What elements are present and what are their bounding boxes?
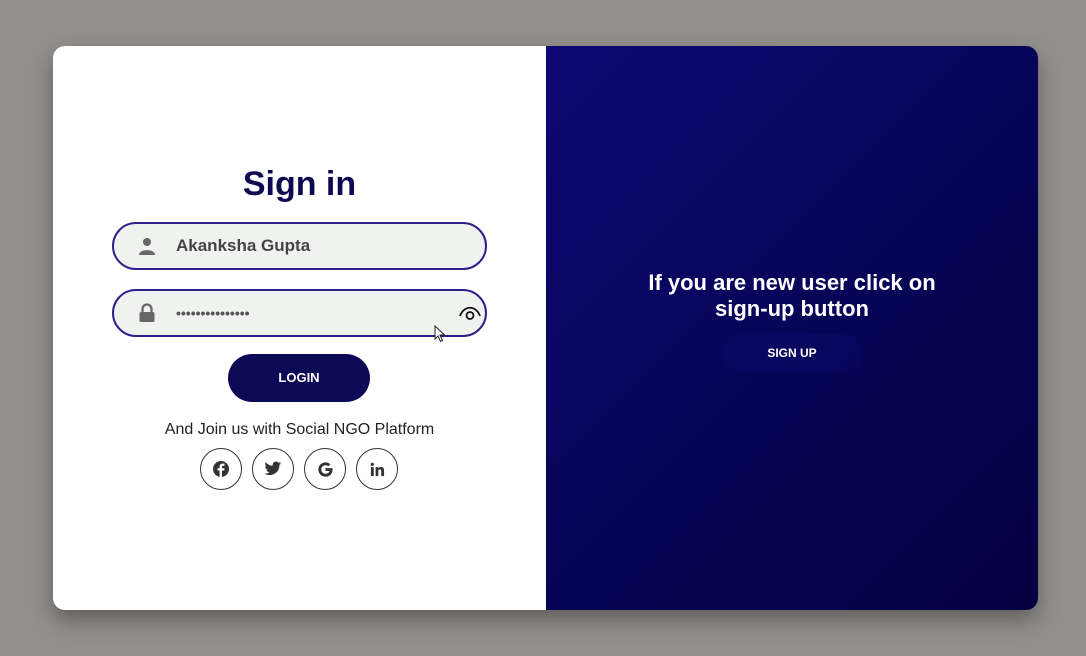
lock-icon xyxy=(136,302,158,324)
facebook-icon[interactable] xyxy=(200,448,242,490)
signup-message: If you are new user click on sign-up but… xyxy=(546,270,1038,322)
google-icon[interactable] xyxy=(304,448,346,490)
password-value[interactable]: ••••••••••••••• xyxy=(176,291,250,335)
signup-button[interactable]: SIGN UP xyxy=(721,334,863,372)
signin-panel: Sign in Akanksha Gupta ••••••••••••••• L… xyxy=(53,46,546,610)
auth-card: Sign in Akanksha Gupta ••••••••••••••• L… xyxy=(53,46,1038,610)
signup-panel: If you are new user click on sign-up but… xyxy=(546,46,1038,610)
social-links xyxy=(200,448,398,490)
twitter-icon[interactable] xyxy=(252,448,294,490)
login-button[interactable]: LOGIN xyxy=(228,354,370,402)
username-value[interactable]: Akanksha Gupta xyxy=(176,224,310,268)
page-title: Sign in xyxy=(242,165,357,203)
password-field[interactable]: ••••••••••••••• xyxy=(112,289,487,337)
eye-icon[interactable] xyxy=(458,303,482,323)
username-field[interactable]: Akanksha Gupta xyxy=(112,222,487,270)
join-text: And Join us with Social NGO Platform xyxy=(164,421,435,438)
signup-message-line-2: sign-up button xyxy=(715,296,869,321)
signup-message-line-1: If you are new user click on xyxy=(648,270,936,295)
linkedin-icon[interactable] xyxy=(356,448,398,490)
user-icon xyxy=(136,235,158,257)
mouse-cursor-icon xyxy=(434,325,446,343)
